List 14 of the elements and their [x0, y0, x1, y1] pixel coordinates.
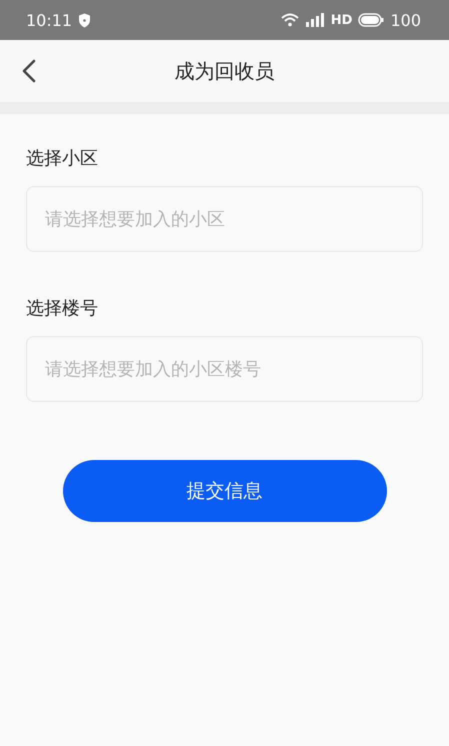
status-time: 10:11 [26, 10, 72, 30]
battery-level: 100 [390, 10, 421, 30]
back-icon [22, 59, 36, 83]
page-title: 成为回收员 [174, 58, 274, 84]
field-label: 选择小区 [26, 147, 99, 170]
battery-icon [358, 13, 384, 27]
field-label: 选择楼号 [26, 297, 99, 320]
signal-icon [304, 13, 325, 27]
submit-button[interactable]: 提交信息 [62, 460, 386, 522]
wifi-icon [280, 13, 299, 27]
select-field[interactable]: 请选择想要加入的小区楼号 [26, 336, 423, 402]
shield-icon [78, 12, 92, 28]
select-field[interactable]: 请选择想要加入的小区 [26, 186, 423, 252]
network-label: HD [330, 12, 352, 28]
